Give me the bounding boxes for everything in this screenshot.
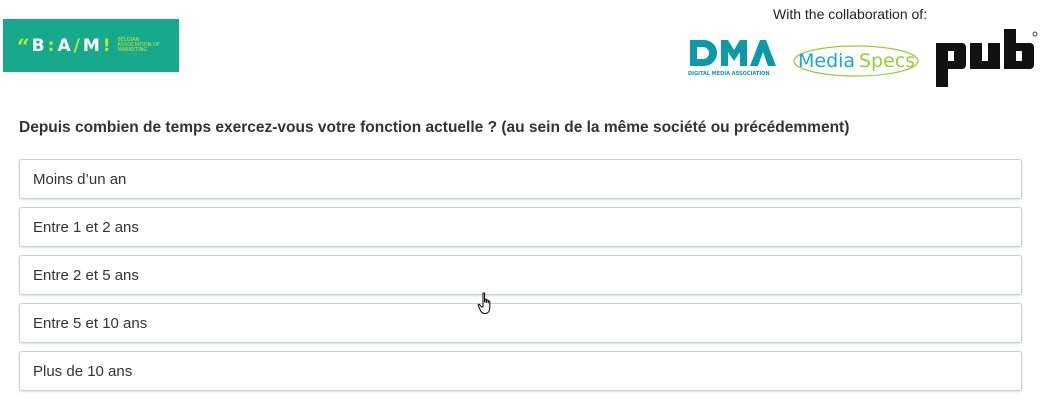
pub-logo (934, 29, 1038, 89)
option-moins-un-an[interactable]: Moins d’un an (19, 159, 1022, 199)
option-5-10-ans[interactable]: Entre 5 et 10 ans (19, 303, 1022, 343)
bam-logo: “ B:A/M! Belgian Association of Marketin… (3, 19, 179, 72)
option-2-5-ans[interactable]: Entre 2 et 5 ans (19, 255, 1022, 295)
dma-logo-caption: DIGITAL MEDIA ASSOCIATION (688, 71, 770, 77)
bam-logo-text: B:A/M! (31, 35, 114, 56)
mediaspecs-logo: Media Specs (792, 40, 922, 80)
hand-pointer-cursor-icon (477, 292, 491, 314)
option-1-2-ans[interactable]: Entre 1 et 2 ans (19, 207, 1022, 247)
svg-text:Specs: Specs (859, 50, 915, 72)
collaboration-label: With the collaboration of: (773, 6, 928, 22)
bam-logo-quote: “ (17, 34, 30, 61)
svg-text:Media: Media (798, 50, 855, 72)
answer-options: Moins d’un an Entre 1 et 2 ans Entre 2 e… (19, 159, 1022, 399)
dma-logo-mark (690, 40, 776, 66)
dma-logo: DIGITAL MEDIA ASSOCIATION (688, 38, 778, 82)
option-plus-10-ans[interactable]: Plus de 10 ans (19, 351, 1022, 391)
pub-logo-mark (936, 29, 1038, 87)
question-title: Depuis combien de temps exercez-vous vot… (19, 119, 850, 136)
bam-logo-subtitle: Belgian Association of Marketing (117, 37, 160, 53)
mediaspecs-logo-mark: Media Specs (793, 45, 919, 77)
